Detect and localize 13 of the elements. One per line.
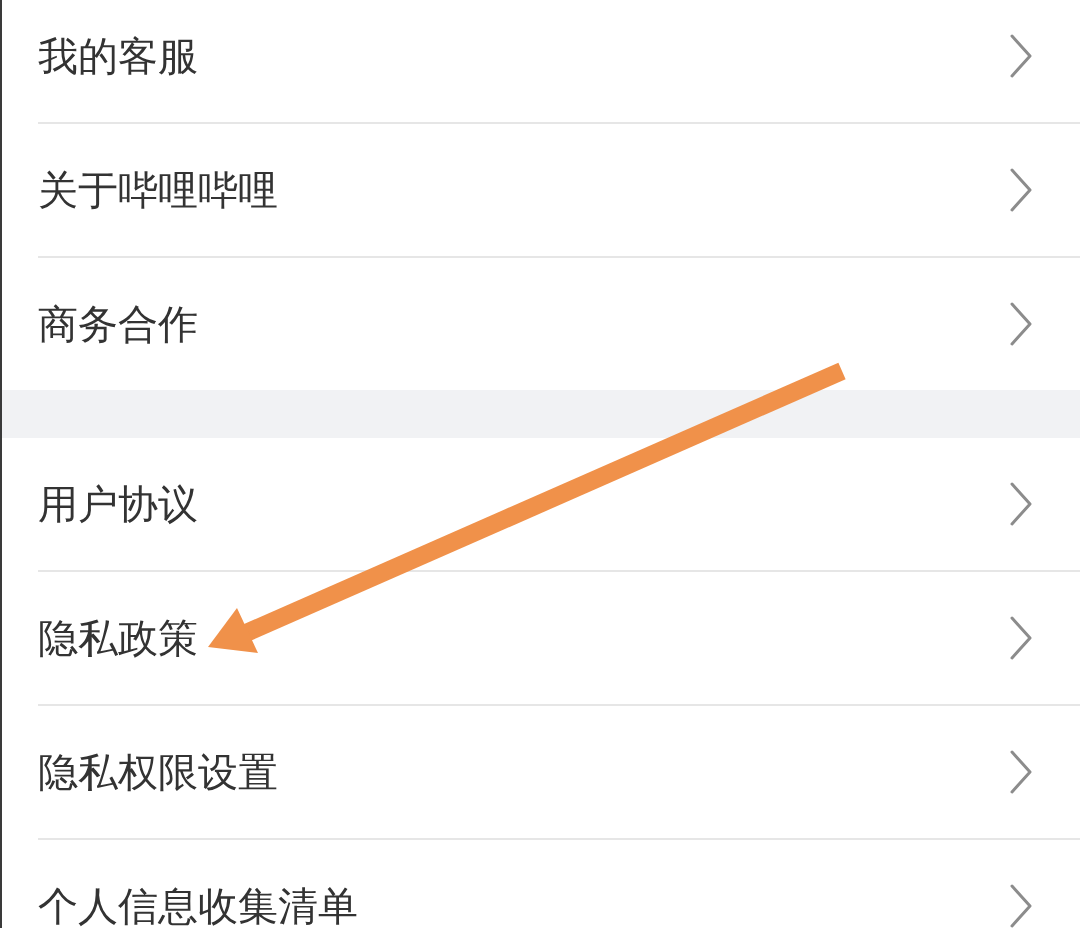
chevron-right-icon [1009,34,1033,78]
settings-row[interactable]: 隐私权限设置 [38,706,1080,840]
settings-row[interactable]: 个人信息收集清单 [38,840,1080,928]
settings-row[interactable]: 关于哔哩哔哩 [38,124,1080,258]
chevron-right-icon [1009,884,1033,928]
settings-row[interactable]: 商务合作 [38,258,1080,390]
settings-row[interactable]: 我的客服 [38,0,1080,124]
chevron-right-icon [1009,302,1033,346]
chevron-right-icon [1009,750,1033,794]
chevron-right-icon [1009,168,1033,212]
settings-row[interactable]: 用户协议 [38,438,1080,572]
chevron-right-icon [1009,482,1033,526]
chevron-right-icon [1009,616,1033,660]
